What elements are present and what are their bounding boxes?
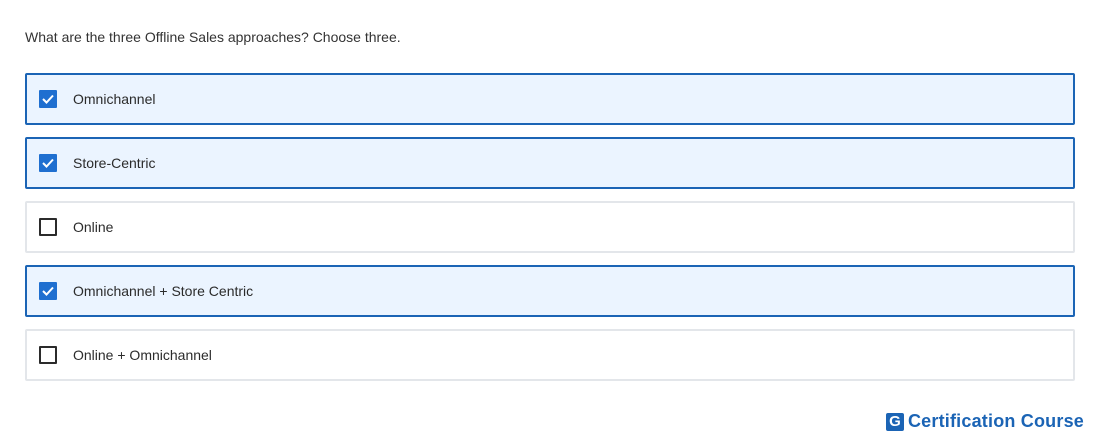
checkbox[interactable] <box>39 218 57 236</box>
answer-option[interactable]: Omnichannel + Store Centric <box>25 265 1075 317</box>
answer-option-label: Store-Centric <box>73 155 156 171</box>
checkbox[interactable] <box>39 90 57 108</box>
brand-logo-icon: G <box>885 412 904 431</box>
question-text: What are the three Offline Sales approac… <box>25 29 401 45</box>
answer-option-label: Omnichannel <box>73 91 156 107</box>
answer-option[interactable]: Online + Omnichannel <box>25 329 1075 381</box>
answer-option-label: Online + Omnichannel <box>73 347 212 363</box>
answer-options-list: Omnichannel Store-Centric Online Omnicha… <box>25 73 1075 393</box>
checkbox[interactable] <box>39 282 57 300</box>
checkmark-icon <box>42 158 54 168</box>
brand-watermark: G Certification Course <box>885 411 1084 432</box>
checkbox[interactable] <box>39 154 57 172</box>
answer-option[interactable]: Omnichannel <box>25 73 1075 125</box>
answer-option[interactable]: Store-Centric <box>25 137 1075 189</box>
answer-option[interactable]: Online <box>25 201 1075 253</box>
checkmark-icon <box>42 286 54 296</box>
checkbox[interactable] <box>39 346 57 364</box>
checkmark-icon <box>42 94 54 104</box>
answer-option-label: Omnichannel + Store Centric <box>73 283 254 299</box>
brand-name: Certification Course <box>907 411 1084 431</box>
answer-option-label: Online <box>73 219 114 235</box>
